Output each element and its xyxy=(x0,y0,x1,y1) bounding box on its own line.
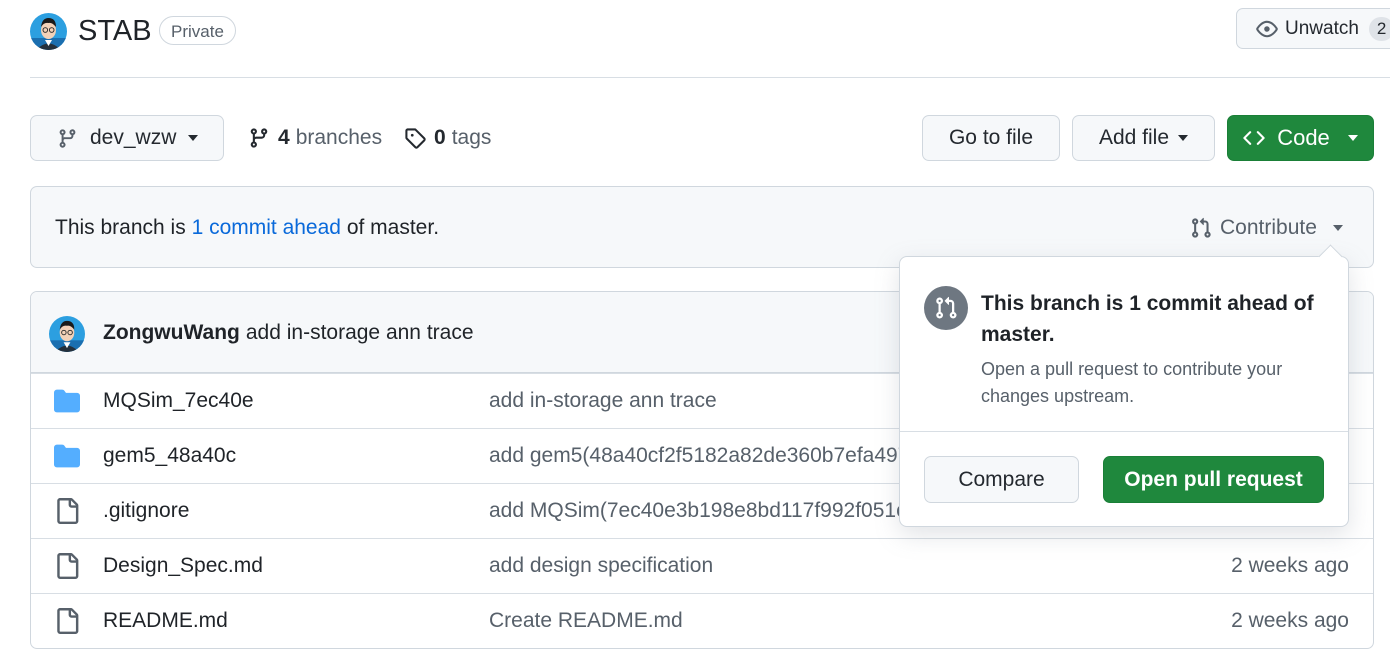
chevron-down-icon xyxy=(188,135,199,141)
chevron-down-icon xyxy=(1178,135,1189,141)
table-row[interactable]: Design_Spec.md add design specification … xyxy=(31,538,1373,593)
file-name[interactable]: .gitignore xyxy=(103,499,189,523)
watch-count: 2 xyxy=(1368,16,1390,41)
git-branch-icon xyxy=(248,127,270,149)
file-icon xyxy=(54,498,80,524)
commits-ahead-link[interactable]: 1 commit ahead xyxy=(192,216,341,239)
visibility-badge: Private xyxy=(159,16,236,45)
file-name[interactable]: Design_Spec.md xyxy=(103,554,263,578)
repo-name[interactable]: STAB xyxy=(78,13,152,50)
code-label: Code xyxy=(1277,125,1330,150)
file-icon xyxy=(54,608,80,634)
file-commit-message[interactable]: add design specification xyxy=(489,554,713,578)
chevron-down-icon xyxy=(1347,135,1358,141)
author-avatar[interactable] xyxy=(49,316,85,352)
branches-link[interactable]: 4 branches xyxy=(248,124,382,152)
banner-suffix: of master. xyxy=(346,216,440,239)
commit-author[interactable]: ZongwuWang xyxy=(103,321,240,344)
folder-icon xyxy=(54,388,80,414)
table-row[interactable]: README.md Create README.md 2 weeks ago xyxy=(31,593,1373,648)
chevron-down-icon xyxy=(1332,225,1343,231)
eye-icon xyxy=(1256,18,1278,40)
branch-select-button[interactable]: dev_wzw xyxy=(30,115,224,161)
tag-icon xyxy=(404,127,426,149)
go-to-file-button[interactable]: Go to file xyxy=(922,115,1060,161)
open-pull-request-button[interactable]: Open pull request xyxy=(1103,456,1324,503)
contribute-label: Contribute xyxy=(1220,216,1317,239)
file-commit-message[interactable]: Create README.md xyxy=(489,609,683,633)
tags-label: tags xyxy=(451,126,492,149)
branch-name: dev_wzw xyxy=(90,126,177,149)
popover-title: This branch is 1 commit ahead of master. xyxy=(981,292,1314,346)
popover-divider xyxy=(900,431,1348,432)
latest-commit-message: ZongwuWang add in-storage ann trace xyxy=(103,321,474,345)
header-divider xyxy=(30,77,1390,78)
file-commit-message[interactable]: add in-storage ann trace xyxy=(489,389,717,413)
file-icon xyxy=(54,553,80,579)
file-name[interactable]: gem5_48a40c xyxy=(103,444,236,468)
tags-link[interactable]: 0 tags xyxy=(404,124,491,152)
tag-count: 0 xyxy=(434,126,446,149)
file-name[interactable]: MQSim_7ec40e xyxy=(103,389,254,413)
folder-icon xyxy=(54,443,80,469)
git-pull-request-icon xyxy=(924,286,968,330)
git-branch-icon xyxy=(57,128,78,149)
contribute-dropdown[interactable]: Contribute xyxy=(1190,215,1343,241)
compare-button[interactable]: Compare xyxy=(924,456,1079,503)
branch-count: 4 xyxy=(278,126,290,149)
unwatch-button[interactable]: Unwatch 2 xyxy=(1236,8,1390,49)
unwatch-label: Unwatch xyxy=(1285,17,1359,39)
owner-avatar[interactable] xyxy=(30,13,67,50)
file-commit-message[interactable]: add MQSim(7ec40e3b198e8bd117f992f051c xyxy=(489,499,907,523)
banner-prefix: This branch is xyxy=(55,216,186,239)
code-icon xyxy=(1243,127,1265,149)
add-file-button[interactable]: Add file xyxy=(1072,115,1215,161)
code-button[interactable]: Code xyxy=(1227,115,1374,161)
add-file-label: Add file xyxy=(1098,126,1170,149)
file-age: 2 weeks ago xyxy=(1231,554,1349,577)
commit-message[interactable]: add in-storage ann trace xyxy=(246,321,474,344)
branches-label: branches xyxy=(295,126,383,149)
git-pull-request-icon xyxy=(1190,217,1212,239)
branch-status-text: This branch is 1 commit ahead of master. xyxy=(55,215,439,241)
file-age: 2 weeks ago xyxy=(1231,609,1349,632)
file-commit-message[interactable]: add gem5(48a40cf2f5182a82de360b7efa497 xyxy=(489,444,909,468)
file-name[interactable]: README.md xyxy=(103,609,228,633)
popover-description: Open a pull request to contribute your c… xyxy=(981,359,1283,406)
